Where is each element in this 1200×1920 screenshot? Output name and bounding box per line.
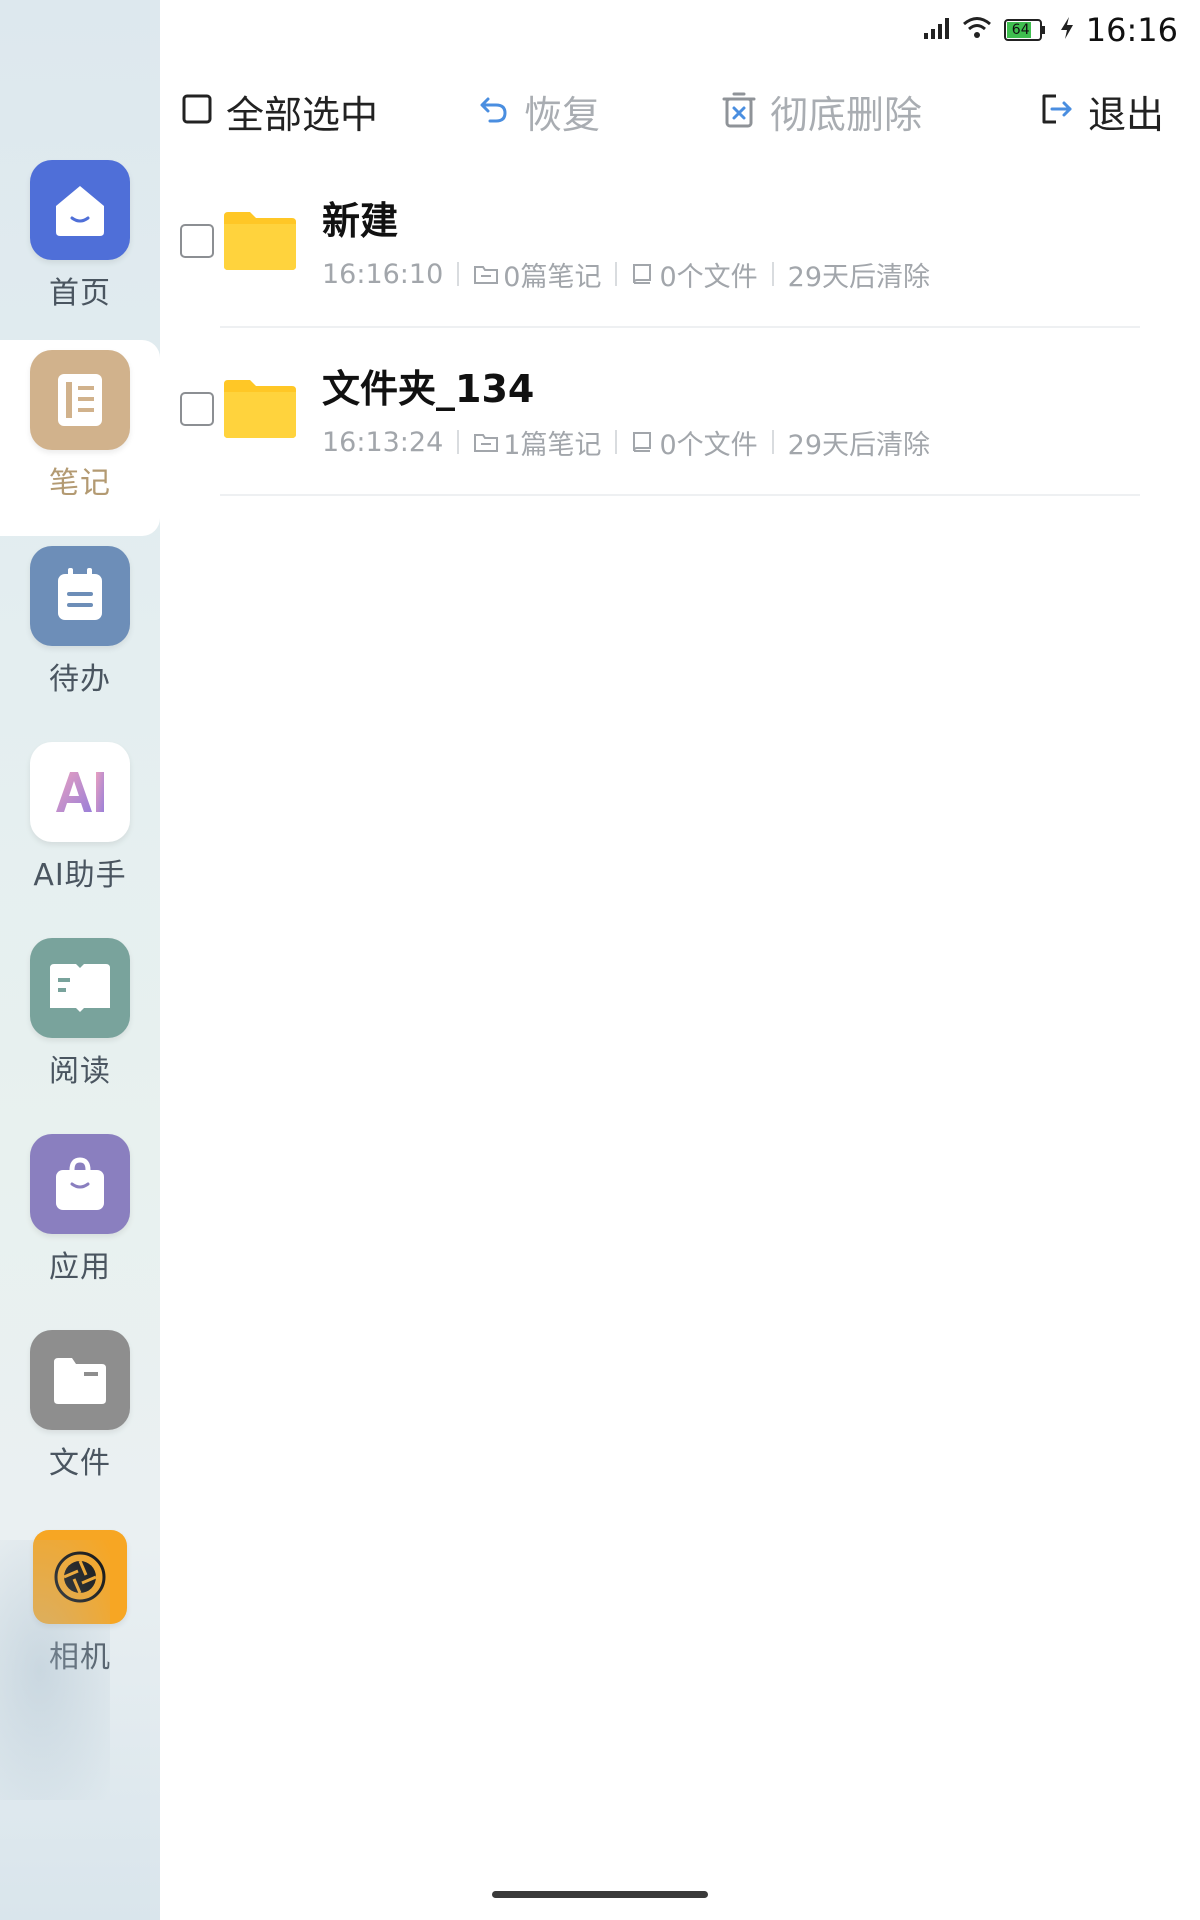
separator <box>615 262 618 286</box>
sidebar-item-label: 相机 <box>49 1640 111 1675</box>
file-count: 0个文件 <box>659 261 758 293</box>
note-folder-icon <box>473 263 499 285</box>
battery-level: 64 <box>1011 22 1030 38</box>
list-item[interactable]: 新建 16:16:10 0篇笔记 0个文件 29天后清除 <box>160 160 1200 328</box>
notebook-icon <box>30 350 130 450</box>
note-count: 1篇笔记 <box>503 429 602 461</box>
sidebar-item-files[interactable]: 文件 <box>0 1320 160 1516</box>
book-icon <box>30 938 130 1038</box>
sidebar-item-ai[interactable]: AI助手 <box>0 732 160 928</box>
exit-button[interactable]: 退出 <box>1040 78 1164 144</box>
sidebar-item-label: 待办 <box>49 662 111 697</box>
separator <box>457 262 460 286</box>
folder-icon <box>224 212 296 274</box>
exit-icon <box>1040 92 1074 130</box>
separator <box>771 262 774 286</box>
file-book-icon <box>631 430 655 454</box>
todo-icon <box>30 546 130 646</box>
sidebar-item-label: 阅读 <box>49 1054 111 1089</box>
trash-icon <box>722 90 756 132</box>
sidebar-item-todo[interactable]: 待办 <box>0 536 160 732</box>
sidebar-item-reading[interactable]: 阅读 <box>0 928 160 1124</box>
divider <box>220 494 1140 496</box>
restore-button[interactable]: 恢复 <box>478 78 600 144</box>
status-bar: 64 16:16 <box>923 8 1178 52</box>
file-book-icon <box>631 262 655 286</box>
home-indicator[interactable] <box>492 1891 708 1898</box>
deleted-time: 16:16:10 <box>322 258 444 290</box>
delete-permanently-button[interactable]: 彻底删除 <box>722 78 922 144</box>
checkbox-icon <box>182 94 212 128</box>
sidebar-item-camera[interactable]: 相机 <box>0 1520 160 1716</box>
folder-name: 文件夹_134 <box>322 367 535 411</box>
file-count: 0个文件 <box>659 429 758 461</box>
sidebar-item-home[interactable]: 首页 <box>0 150 160 346</box>
home-icon <box>30 160 130 260</box>
folder-meta: 16:13:24 1篇笔记 0个文件 29天后清除 <box>322 424 930 461</box>
charging-icon <box>1060 17 1074 43</box>
restore-label: 恢复 <box>524 92 601 137</box>
sidebar-item-label: 文件 <box>49 1446 111 1481</box>
folder-meta: 16:16:10 0篇笔记 0个文件 29天后清除 <box>322 256 930 293</box>
expiry-text: 29天后清除 <box>787 261 930 293</box>
delete-permanently-label: 彻底删除 <box>770 92 923 137</box>
wifi-icon <box>962 16 992 44</box>
bag-icon <box>30 1134 130 1234</box>
select-all-label: 全部选中 <box>226 92 379 137</box>
sidebar-item-label: 笔记 <box>49 466 111 501</box>
signal-icon <box>923 17 950 43</box>
sidebar-item-label: 首页 <box>49 276 111 311</box>
undo-icon <box>478 93 510 129</box>
clock: 16:16 <box>1085 11 1178 49</box>
sidebar-item-label: 应用 <box>49 1250 111 1285</box>
separator <box>457 430 460 454</box>
list-item[interactable]: 文件夹_134 16:13:24 1篇笔记 0个文件 29天后清除 <box>160 328 1200 496</box>
deleted-time: 16:13:24 <box>322 426 444 458</box>
row-checkbox[interactable] <box>180 224 214 258</box>
toolbar: 全部选中 恢复 彻底删除 退出 <box>160 78 1200 148</box>
trash-folder-list: 新建 16:16:10 0篇笔记 0个文件 29天后清除 文件夹_134 16:… <box>160 160 1200 496</box>
folder-icon <box>224 380 296 442</box>
ai-icon <box>30 742 130 842</box>
camera-icon <box>33 1530 127 1624</box>
folder-name: 新建 <box>322 199 399 243</box>
separator <box>615 430 618 454</box>
exit-label: 退出 <box>1088 92 1165 137</box>
note-folder-icon <box>473 431 499 453</box>
sidebar-item-notes[interactable]: 笔记 <box>0 340 160 536</box>
folder-icon <box>30 1330 130 1430</box>
note-count: 0篇笔记 <box>503 261 602 293</box>
separator <box>771 430 774 454</box>
select-all-button[interactable]: 全部选中 <box>182 78 378 144</box>
expiry-text: 29天后清除 <box>787 429 930 461</box>
sidebar: 首页 笔记 待办 AI助手 阅读 应用 文件 相机 <box>0 0 160 1920</box>
sidebar-item-apps[interactable]: 应用 <box>0 1124 160 1320</box>
battery-icon: 64 <box>1003 18 1048 42</box>
row-checkbox[interactable] <box>180 392 214 426</box>
sidebar-item-label: AI助手 <box>33 858 127 893</box>
